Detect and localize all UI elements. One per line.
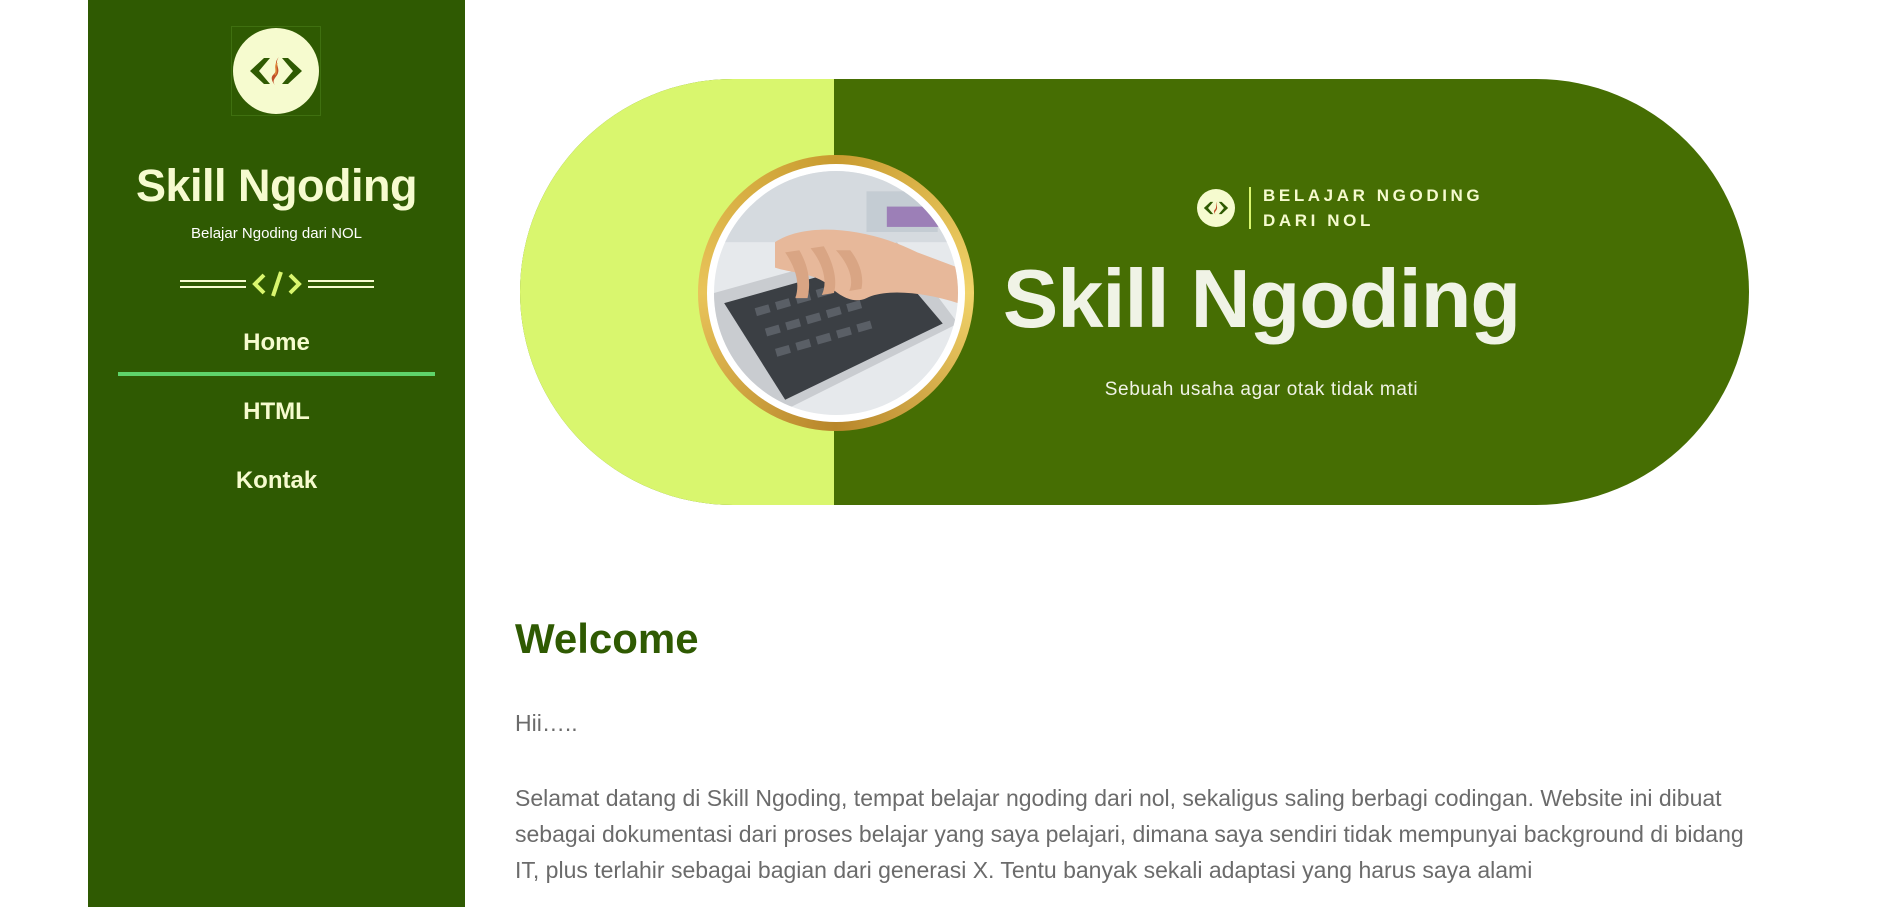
intro-paragraph: Selamat datang di Skill Ngoding, tempat … <box>515 785 1744 883</box>
nav-item-html[interactable]: HTML <box>118 389 435 458</box>
site-logo[interactable] <box>231 26 321 116</box>
sidebar: Skill Ngoding Belajar Ngoding dari NOL H… <box>88 0 465 907</box>
hero-badge-separator <box>1249 187 1251 229</box>
nav-item-kontak[interactable]: Kontak <box>118 458 435 527</box>
hero-badge-text: BELAJAR NGODING DARI NOL <box>1263 183 1483 233</box>
welcome-heading: Welcome <box>515 615 699 662</box>
greeting-text: Hii….. <box>515 710 578 736</box>
hero-banner: BELAJAR NGODING DARI NOL Skill Ngoding S… <box>520 79 1749 505</box>
code-slash-icon <box>180 271 374 297</box>
site-tagline: Belajar Ngoding dari NOL <box>191 225 362 242</box>
nav-item-home[interactable]: Home <box>118 320 435 389</box>
code-brackets-logo-icon <box>233 28 319 114</box>
hero-title: Skill Ngoding <box>1002 252 1521 345</box>
site-title[interactable]: Skill Ngoding <box>88 160 465 212</box>
hero-badge-line1: BELAJAR NGODING <box>1263 186 1484 205</box>
sidebar-nav: Home HTML Kontak <box>118 320 435 527</box>
code-brackets-logo-icon <box>1197 189 1235 227</box>
sidebar-divider <box>180 268 374 300</box>
hero-subtitle: Sebuah usaha agar otak tidak mati <box>1104 379 1419 400</box>
hero-badge-line2: DARI NOL <box>1263 211 1374 230</box>
hero-badge: BELAJAR NGODING DARI NOL <box>1197 183 1483 233</box>
